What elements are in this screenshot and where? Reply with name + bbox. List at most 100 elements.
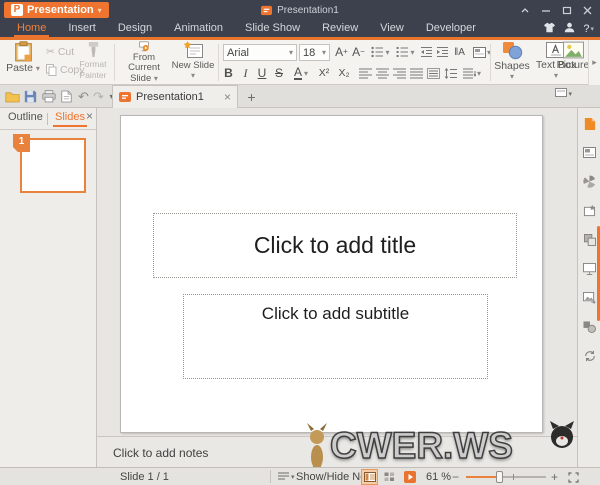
tab-design[interactable]: Design xyxy=(107,20,163,37)
tab-home[interactable]: Home xyxy=(6,20,57,37)
layout-panel-button[interactable] xyxy=(582,145,597,160)
font-name-select[interactable]: Arial ▾ xyxy=(223,44,297,61)
chevron-up-icon xyxy=(521,8,528,13)
subscript-button[interactable]: X₂ xyxy=(335,64,353,82)
font-size-value: 18 xyxy=(303,46,316,59)
bullets-button[interactable]: ▾ xyxy=(369,43,392,61)
document-tab[interactable]: Presentation1 × xyxy=(112,85,238,108)
align-right-button[interactable] xyxy=(392,64,407,82)
from-current-slide-button[interactable]: From Current Slide ▾ xyxy=(117,41,171,84)
note-options-button[interactable]: ▾ xyxy=(278,468,295,485)
tab-slide-show[interactable]: Slide Show xyxy=(234,20,311,37)
zoom-out-button[interactable]: − xyxy=(452,468,459,485)
app-menu-button[interactable]: P Presentation ▾ xyxy=(4,2,109,18)
collapse-ribbon-button[interactable] xyxy=(514,0,535,20)
shapes-panel-button[interactable] xyxy=(582,319,597,334)
help-button[interactable]: ? ▾ xyxy=(583,23,594,35)
ribbon-expand-button[interactable]: ▸ xyxy=(588,40,600,85)
tab-animation[interactable]: Animation xyxy=(163,20,234,37)
cut-button[interactable]: ✂ Cut xyxy=(46,46,74,58)
increase-indent-icon xyxy=(436,47,448,57)
decrease-indent-button[interactable] xyxy=(419,43,433,61)
transition-panel-button[interactable] xyxy=(582,203,597,218)
new-slide-icon xyxy=(183,41,203,58)
undo-icon: ↶ xyxy=(78,88,89,104)
print-preview-button[interactable] xyxy=(58,88,75,105)
increase-font-button[interactable]: A + xyxy=(333,43,350,61)
object-layers-button[interactable] xyxy=(582,232,597,247)
templates-panel-button[interactable] xyxy=(582,116,597,131)
minimize-button[interactable] xyxy=(535,0,556,20)
play-slideshow-icon xyxy=(403,471,416,483)
save-button[interactable] xyxy=(22,88,39,105)
notes-pane[interactable]: Click to add notes xyxy=(97,436,577,467)
tab-insert[interactable]: Insert xyxy=(57,20,107,37)
animation-panel-button[interactable] xyxy=(582,174,597,189)
plus-icon: + xyxy=(247,88,256,105)
screen-panel-button[interactable] xyxy=(582,261,597,276)
sync-panel-button[interactable] xyxy=(582,348,597,363)
paragraph-spacing-button[interactable]: ▾ xyxy=(460,64,484,82)
tab-view[interactable]: View xyxy=(369,20,415,37)
skin-button[interactable] xyxy=(543,22,556,36)
slide-editor-canvas: Click to add title Click to add subtitle xyxy=(97,108,577,436)
account-button[interactable] xyxy=(564,22,575,36)
strikethrough-button[interactable]: S xyxy=(272,64,286,82)
superscript-button[interactable]: X² xyxy=(315,64,333,82)
ribbon-separator xyxy=(114,44,115,81)
app-menu-label: Presentation xyxy=(27,4,94,16)
slides-tab[interactable]: Slides xyxy=(53,111,87,127)
underline-button[interactable]: U xyxy=(255,64,269,82)
close-button[interactable] xyxy=(577,0,598,20)
close-tab-button[interactable]: × xyxy=(224,90,231,104)
italic-button[interactable]: I xyxy=(239,64,252,82)
tab-developer[interactable]: Developer xyxy=(415,20,487,37)
chevron-down-icon: ▾ xyxy=(288,48,293,57)
chevron-down-icon: ▾ xyxy=(321,48,326,57)
align-center-button[interactable] xyxy=(375,64,390,82)
shapes-button[interactable]: Shapes ▾ xyxy=(492,41,532,84)
animation-fan-icon xyxy=(583,175,596,188)
paste-button[interactable]: Paste ▾ xyxy=(2,41,44,84)
distribute-text-button[interactable] xyxy=(426,64,441,82)
subtitle-placeholder[interactable]: Click to add subtitle xyxy=(183,294,488,379)
font-color-button[interactable]: A ▾ xyxy=(289,64,313,82)
close-panel-button[interactable]: × xyxy=(86,109,93,123)
open-button[interactable] xyxy=(4,88,21,105)
align-left-button[interactable] xyxy=(358,64,373,82)
status-bar: Slide 1 / 1 ▾ Show/Hide Note 61 % − + xyxy=(0,467,600,485)
normal-view-button[interactable] xyxy=(361,469,378,485)
picture-button[interactable]: Picture xyxy=(556,41,590,84)
plus-mark: + xyxy=(343,47,348,56)
format-painter-button[interactable]: Format Painter xyxy=(74,41,112,84)
text-direction-button[interactable]: ‖A xyxy=(451,43,468,61)
zoom-slider-thumb[interactable] xyxy=(496,471,503,483)
format-painter-label-1: Format xyxy=(79,59,107,69)
tab-review[interactable]: Review xyxy=(311,20,369,37)
print-button[interactable] xyxy=(40,88,57,105)
justify-button[interactable] xyxy=(409,64,424,82)
maximize-button[interactable] xyxy=(556,0,577,20)
bold-button[interactable]: B xyxy=(221,64,236,82)
new-tab-button[interactable]: + xyxy=(243,88,260,105)
numbering-button[interactable]: ▾ xyxy=(394,43,417,61)
outline-tab[interactable]: Outline xyxy=(8,111,43,123)
fit-to-window-button[interactable] xyxy=(566,470,581,484)
slideshow-button[interactable] xyxy=(402,470,417,484)
slide-page[interactable]: Click to add title Click to add subtitle xyxy=(120,115,543,433)
zoom-in-button[interactable]: + xyxy=(551,468,558,485)
slide-sorter-view-button[interactable] xyxy=(382,470,397,484)
panel-tab-divider xyxy=(47,113,48,125)
tab-list-button[interactable]: ▾ xyxy=(555,88,572,99)
font-size-select[interactable]: 18 ▾ xyxy=(299,44,330,61)
line-spacing-button[interactable] xyxy=(443,64,458,82)
slide-star-icon xyxy=(583,204,596,216)
new-slide-button[interactable]: New Slide ▾ xyxy=(170,41,216,84)
decrease-font-button[interactable]: A − xyxy=(351,43,366,61)
title-placeholder[interactable]: Click to add title xyxy=(153,213,517,278)
ribbon-tab-bar: Home Insert Design Animation Slide Show … xyxy=(0,20,600,37)
increase-indent-button[interactable] xyxy=(435,43,449,61)
scissors-icon: ✂ xyxy=(46,46,55,58)
zoom-slider[interactable] xyxy=(466,471,546,483)
picture-panel-button[interactable] xyxy=(582,290,597,305)
